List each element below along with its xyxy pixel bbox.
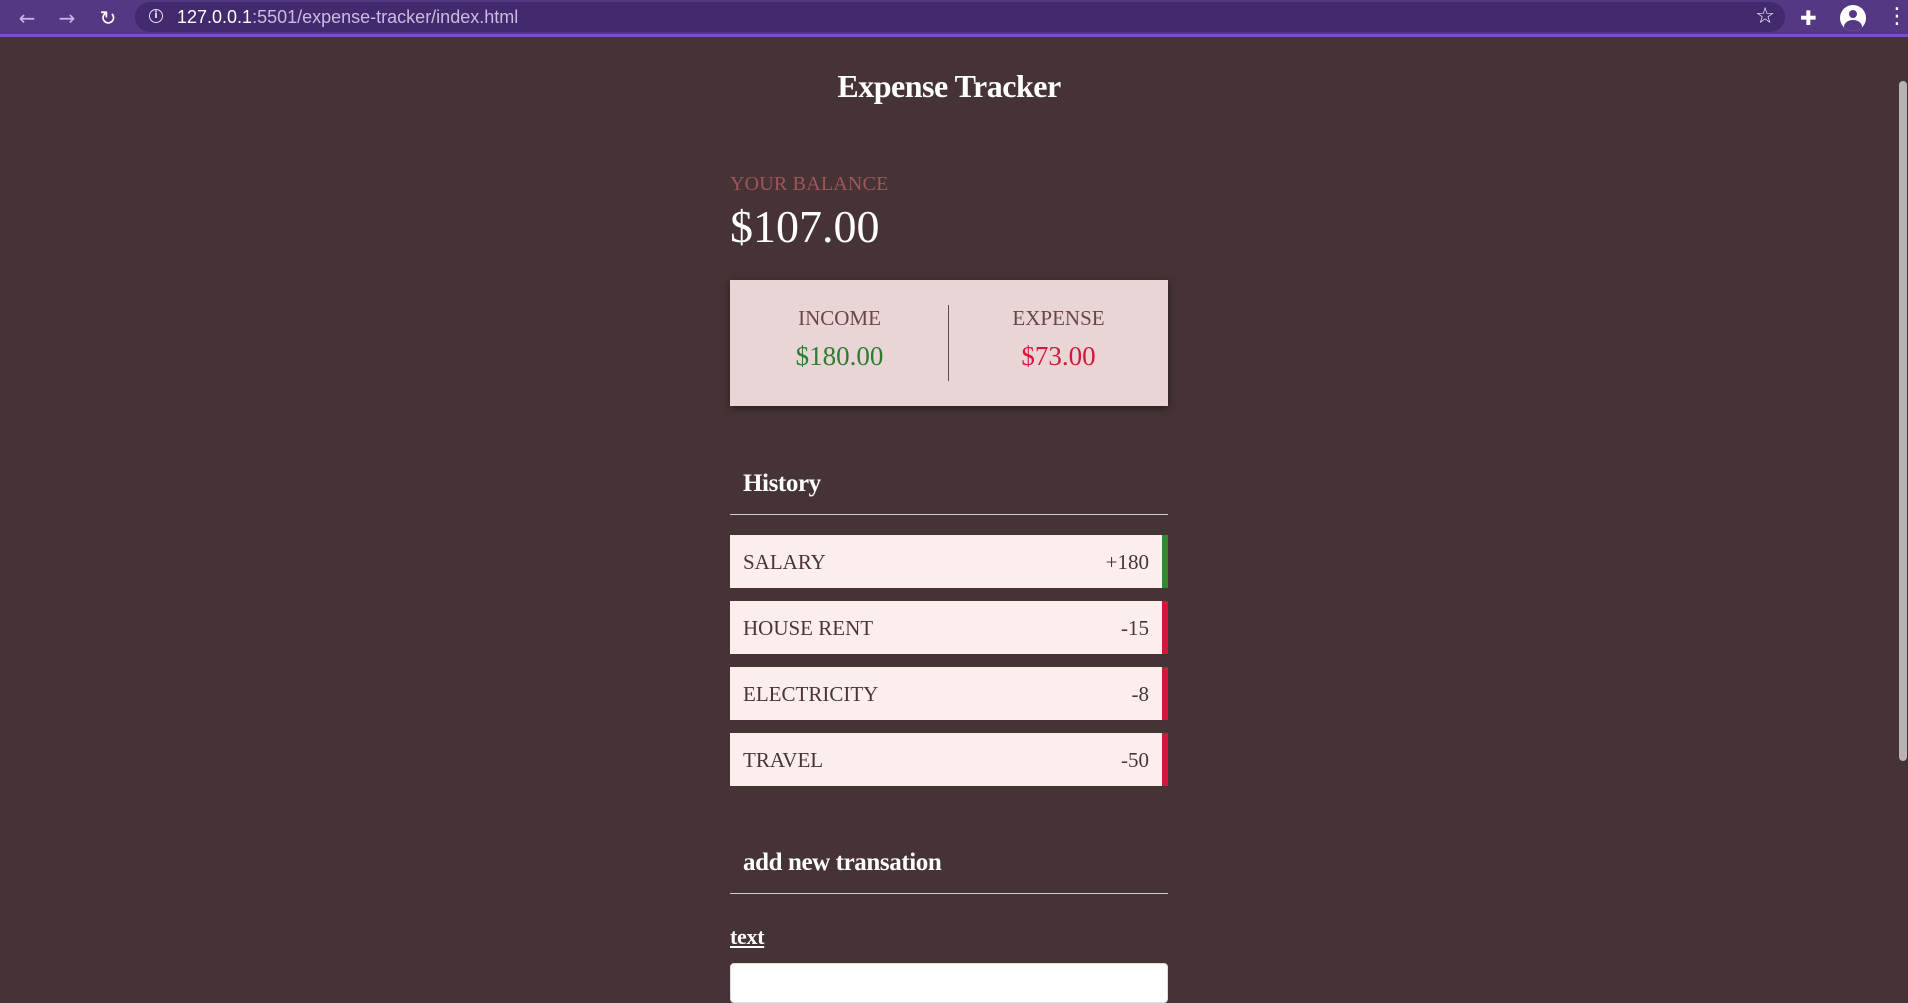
history-divider [730,514,1168,515]
history-heading: History [743,470,821,497]
list-item[interactable]: TRAVEL -50 [730,733,1168,786]
income-label: INCOME [798,306,881,330]
browser-toolbar: ← → ↻ i 127.0.0.1:5501/expense-tracker/i… [0,0,1908,37]
info-icon[interactable]: i [149,9,163,23]
url-text[interactable]: 127.0.0.1:5501/expense-tracker/index.htm… [177,7,518,28]
income-section: INCOME $180.00 [730,280,949,406]
transaction-amount: -15 [1121,616,1149,640]
address-bar[interactable]: i 127.0.0.1:5501/expense-tracker/index.h… [135,2,1785,32]
expense-label: EXPENSE [1012,306,1105,330]
scrollbar-thumb[interactable] [1899,81,1907,761]
transaction-text: TRAVEL [743,748,824,772]
text-input[interactable] [730,963,1168,1003]
transaction-indicator [1162,535,1168,588]
star-icon[interactable]: ☆ [1755,4,1775,29]
transaction-indicator [1162,601,1168,654]
transaction-amount: -50 [1121,748,1149,772]
transaction-text: HOUSE RENT [743,616,874,640]
balance-value: $107.00 [730,201,880,252]
transaction-text: SALARY [743,550,826,574]
extensions-icon[interactable]: ✚ [1800,6,1817,30]
transaction-list: SALARY +180 HOUSE RENT -15 ELECTRICITY -… [730,535,1168,799]
text-field-label: text [730,924,765,949]
transaction-indicator [1162,667,1168,720]
expense-section: EXPENSE $73.00 [949,280,1168,406]
scrollbar[interactable] [1898,37,1908,978]
income-expense-card: INCOME $180.00 EXPENSE $73.00 [730,280,1168,406]
expense-value: $73.00 [1021,341,1096,371]
forward-arrow-icon[interactable]: → [54,6,80,30]
reload-icon[interactable]: ↻ [95,6,121,30]
transaction-amount: +180 [1105,550,1149,574]
list-item[interactable]: ELECTRICITY -8 [730,667,1168,720]
transaction-text: ELECTRICITY [743,682,879,706]
page-title: Expense Tracker [837,68,1061,104]
menu-icon[interactable]: ⋮ [1886,4,1908,30]
transaction-indicator [1162,733,1168,786]
transaction-amount: -8 [1131,682,1150,706]
list-item[interactable]: SALARY +180 [730,535,1168,588]
back-arrow-icon[interactable]: ← [14,6,40,30]
list-item[interactable]: HOUSE RENT -15 [730,601,1168,654]
balance-label: YOUR BALANCE [730,173,889,195]
profile-icon[interactable] [1840,5,1866,31]
income-value: $180.00 [795,341,884,371]
add-transaction-heading: add new transation [743,849,942,876]
add-transaction-divider [730,893,1168,894]
